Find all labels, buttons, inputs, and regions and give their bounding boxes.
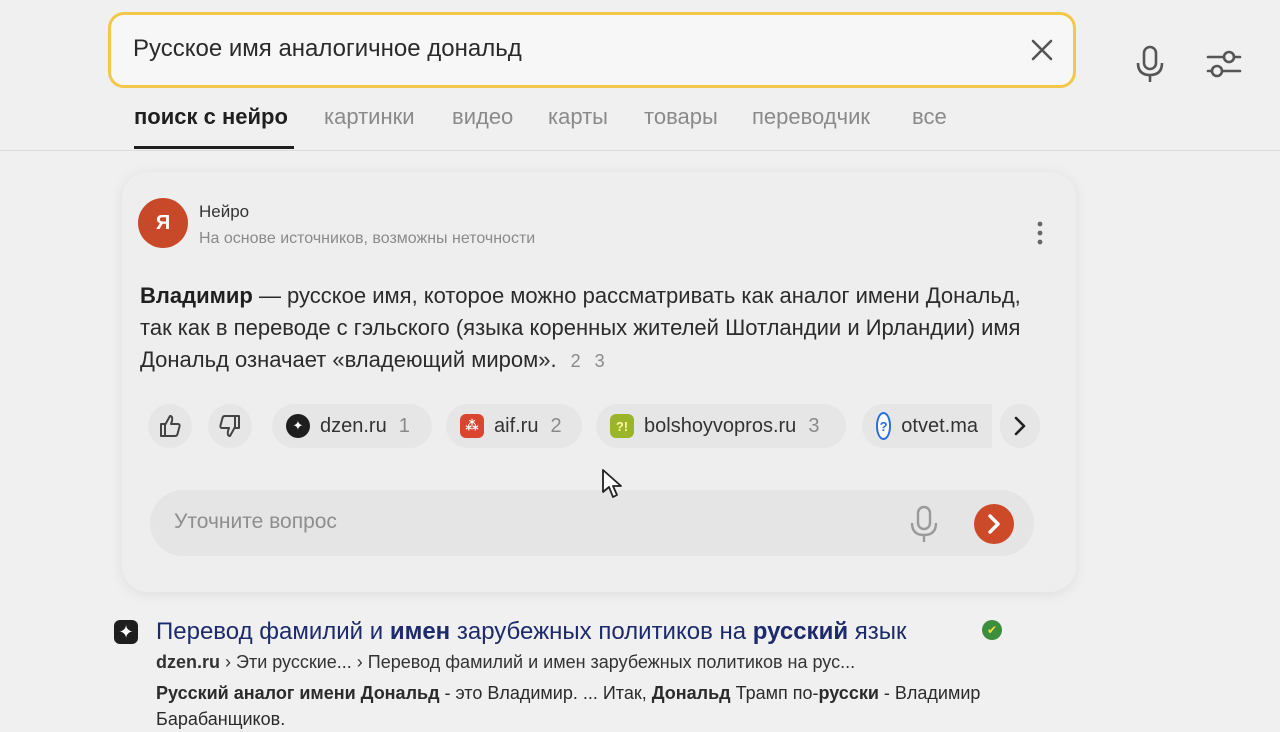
source-name: dzen.ru xyxy=(320,414,387,437)
arrow-right-icon xyxy=(988,514,1000,534)
more-options-icon[interactable] xyxy=(1030,220,1050,246)
reference-3[interactable]: 3 xyxy=(595,351,605,371)
tab-maps[interactable]: карты xyxy=(548,104,608,130)
neyro-disclaimer: На основе источников, возможны неточност… xyxy=(199,230,536,247)
source-name: bolshoyvopros.ru xyxy=(644,414,797,437)
search-input[interactable]: Русское имя аналогичное дональд xyxy=(133,35,522,63)
header-divider xyxy=(0,150,1280,151)
result-title-link[interactable]: Перевод фамилий и имен зарубежных полити… xyxy=(156,618,907,646)
close-icon[interactable] xyxy=(1025,33,1059,67)
sources-next-button[interactable] xyxy=(1000,404,1040,448)
source-count: 2 xyxy=(550,414,562,437)
tab-all[interactable]: все xyxy=(912,104,947,130)
thumbs-up-icon xyxy=(160,415,181,437)
otvet-logo-icon: ? xyxy=(876,412,892,440)
snippet-part: Русский аналог имени Дональд xyxy=(156,683,440,703)
thumbs-down-icon xyxy=(219,415,240,437)
active-tab-indicator xyxy=(134,146,294,149)
result-breadcrumb[interactable]: dzen.ru › Эти русские... › Перевод фамил… xyxy=(156,652,855,673)
snippet-part: русски xyxy=(818,683,879,703)
title-part: Перевод фамилий и xyxy=(156,618,390,645)
source-count: 3 xyxy=(808,414,820,437)
result-snippet: Русский аналог имени Дональд - это Влади… xyxy=(156,680,1076,732)
answer-highlight: Владимир xyxy=(140,283,253,308)
source-count: 1 xyxy=(398,414,410,437)
title-part: язык xyxy=(848,618,907,645)
dislike-button[interactable] xyxy=(208,404,252,448)
filter-settings-icon[interactable] xyxy=(1205,48,1243,80)
search-bar[interactable]: Русское имя аналогичное дональд xyxy=(108,12,1076,88)
result-domain: dzen.ru xyxy=(156,652,221,672)
send-button[interactable] xyxy=(974,504,1014,544)
title-part: имен xyxy=(389,618,451,645)
snippet-part: Дональд xyxy=(651,683,731,703)
chevron-right-icon xyxy=(1014,416,1026,436)
snippet-part: Трамп по- xyxy=(730,683,819,703)
tab-neyro-search[interactable]: поиск с нейро xyxy=(134,104,288,130)
like-button[interactable] xyxy=(148,404,192,448)
follow-up-placeholder: Уточните вопрос xyxy=(174,510,337,533)
tab-images[interactable]: картинки xyxy=(324,104,415,130)
source-name: otvet.ma xyxy=(901,414,978,437)
source-chip-otvet[interactable]: ? otvet.ma xyxy=(862,404,992,448)
follow-up-input[interactable]: Уточните вопрос xyxy=(150,490,1034,556)
mouse-cursor-icon xyxy=(602,469,622,498)
neyro-logo-icon: Я xyxy=(138,198,188,248)
microphone-icon[interactable] xyxy=(1132,44,1168,84)
result-path: › Эти русские... › Перевод фамилий и име… xyxy=(220,652,856,672)
neyro-answer-text: Владимир — русское имя, которое можно ра… xyxy=(140,280,1050,377)
microphone-icon[interactable] xyxy=(908,504,940,544)
neyro-title: Нейро xyxy=(199,202,250,221)
aif-logo-icon: ⁂ xyxy=(460,414,484,438)
source-chip-bolshoyvopros[interactable]: ?! bolshoyvopros.ru 3 xyxy=(596,404,846,448)
source-chip-dzen[interactable]: ✦ dzen.ru 1 xyxy=(272,404,432,448)
title-part: зарубежных политиков на xyxy=(450,618,753,645)
snippet-part: - это Владимир. ... Итак, xyxy=(439,683,652,703)
bolshoyvopros-logo-icon: ?! xyxy=(610,414,634,438)
reference-2[interactable]: 2 xyxy=(571,351,581,371)
tab-products[interactable]: товары xyxy=(644,104,718,130)
tab-translator[interactable]: переводчик xyxy=(752,104,870,130)
dzen-favicon-icon: ✦ xyxy=(114,620,138,644)
title-part: русский xyxy=(752,618,849,645)
tab-video[interactable]: видео xyxy=(452,104,513,130)
verified-badge-icon: ✔ xyxy=(982,620,1002,640)
dzen-logo-icon: ✦ xyxy=(286,414,310,438)
source-name: aif.ru xyxy=(494,414,539,437)
source-chip-aif[interactable]: ⁂ aif.ru 2 xyxy=(446,404,582,448)
